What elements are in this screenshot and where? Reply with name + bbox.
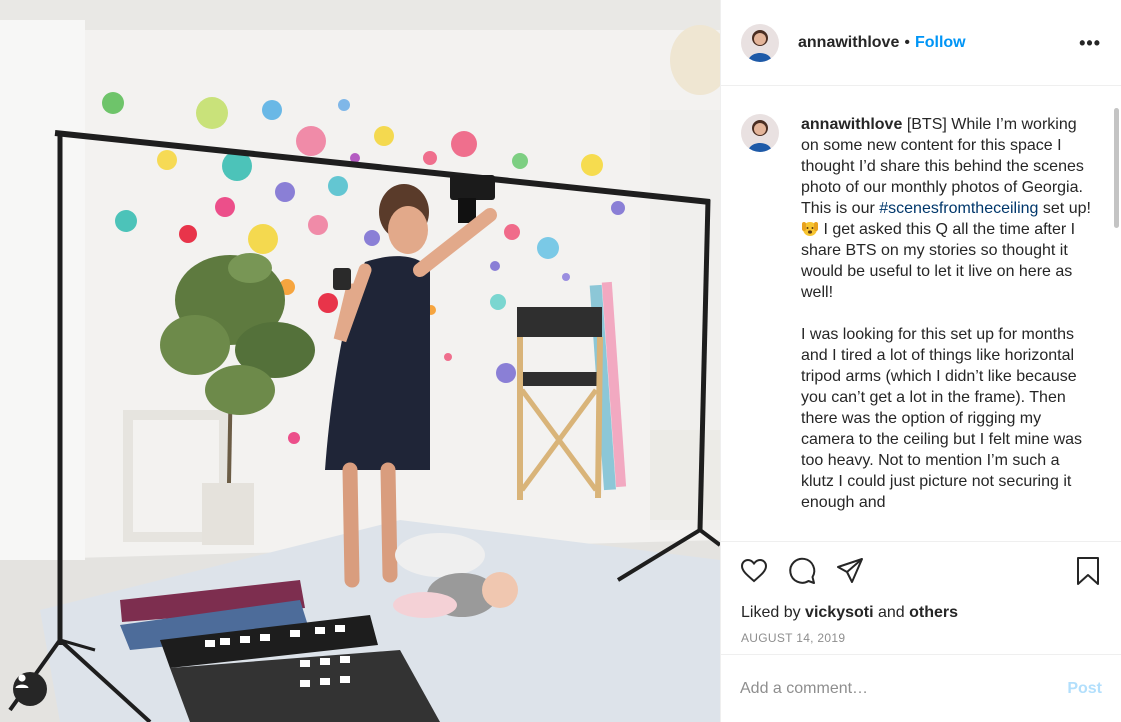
header-username[interactable]: annawithlove (798, 34, 899, 52)
likes-summary: Liked by vickysoti and others (721, 603, 1121, 623)
photo-illustration (0, 0, 720, 722)
comment-icon[interactable] (787, 556, 817, 586)
action-bar (721, 541, 1121, 599)
post-comment-button[interactable]: Post (1067, 680, 1102, 698)
avatar[interactable] (741, 23, 779, 62)
instagram-post: annawithlove • Follow ••• annawithlove [… (0, 0, 1121, 722)
caption-username[interactable]: annawithlove (801, 116, 902, 133)
separator-dot: • (904, 33, 910, 51)
post-date[interactable]: AUGUST 14, 2019 (721, 631, 1121, 645)
hashtag-link[interactable]: #scenesfromtheceiling (879, 200, 1038, 217)
share-icon[interactable] (835, 556, 865, 586)
post-header: annawithlove • Follow ••• (721, 0, 1121, 86)
comment-input[interactable] (740, 679, 1068, 698)
likes-prefix: Liked by (741, 604, 806, 621)
user-tags-button[interactable] (13, 672, 47, 706)
caption-scrollbar[interactable] (1114, 108, 1119, 228)
caption-scroll-area[interactable]: annawithlove [BTS] While I’m working on … (721, 86, 1121, 541)
likes-others-link[interactable]: others (909, 604, 958, 621)
face-hands-emoji-icon (802, 222, 818, 236)
more-options-button[interactable]: ••• (1079, 34, 1101, 52)
caption-part-3: I get asked this Q all the time after I … (801, 221, 1076, 301)
caption-paragraph-1: annawithlove [BTS] While I’m working on … (801, 114, 1091, 303)
post-photo[interactable] (0, 0, 720, 722)
heart-icon[interactable] (739, 556, 769, 586)
caption-avatar[interactable] (741, 114, 779, 152)
comment-bar: Post (721, 654, 1121, 722)
follow-button[interactable]: Follow (915, 34, 966, 52)
bookmark-icon[interactable] (1073, 556, 1103, 586)
post-side-panel: annawithlove • Follow ••• annawithlove [… (720, 0, 1121, 722)
user-tag-icon (15, 674, 29, 688)
caption-part-2: set up! (1038, 200, 1091, 217)
liked-by-user-link[interactable]: vickysoti (805, 604, 873, 621)
caption-text: annawithlove [BTS] While I’m working on … (801, 114, 1091, 541)
likes-joiner: and (873, 604, 910, 621)
caption-paragraph-2: I was looking for this set up for months… (801, 326, 1083, 511)
